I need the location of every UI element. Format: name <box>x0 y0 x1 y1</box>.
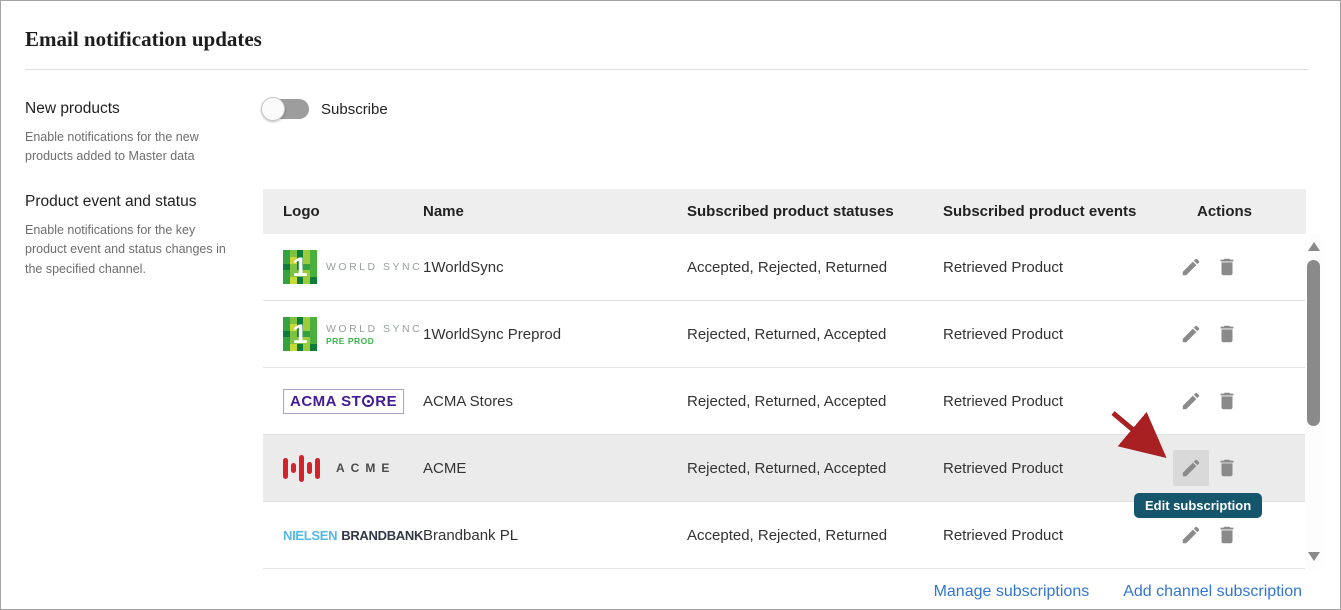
channel-logo-1worldsync-preprod: 1 WORLD SYNCTM PRE PROD <box>283 317 423 351</box>
subscribe-toggle-label: Subscribe <box>321 101 388 118</box>
edit-subscription-tooltip: Edit subscription <box>1134 493 1262 518</box>
table-row: ACMA STRE ACMA Stores Rejected, Returned… <box>263 368 1306 435</box>
trash-icon <box>1216 390 1238 412</box>
channel-events: Retrieved Product <box>943 393 1197 410</box>
delete-button[interactable] <box>1209 316 1245 352</box>
toggle-knob <box>261 97 285 121</box>
product-event-heading: Product event and status <box>25 193 230 211</box>
edit-button-hovered[interactable] <box>1173 450 1209 486</box>
acme-bars-icon <box>283 455 320 482</box>
product-event-description: Enable notifications for the key product… <box>25 221 230 279</box>
footer-links: Manage subscriptions Add channel subscri… <box>934 583 1302 601</box>
nielsen-brandbank-logo-icon: NIELSEN BRANDBANK <box>283 528 423 543</box>
edit-button[interactable] <box>1173 249 1209 285</box>
channel-logo-acma-store: ACMA STRE <box>283 389 423 414</box>
table-header-row: Logo Name Subscribed product statuses Su… <box>263 189 1306 234</box>
channel-name: 1WorldSync <box>423 259 687 276</box>
row-actions <box>1173 316 1306 352</box>
new-products-section: New products Enable notifications for th… <box>25 100 230 167</box>
header-events: Subscribed product events <box>943 203 1197 220</box>
page-title: Email notification updates <box>25 27 262 52</box>
manage-subscriptions-link[interactable]: Manage subscriptions <box>934 583 1090 601</box>
table-row-acme-highlighted: ACME ACME Rejected, Returned, Accepted R… <box>263 435 1306 502</box>
table-row: 1 WORLD SYNCTM PRE PROD 1WorldSync Prepr… <box>263 301 1306 368</box>
subscribe-toggle[interactable] <box>263 99 309 119</box>
channel-statuses: Rejected, Returned, Accepted <box>687 393 943 410</box>
subscribe-toggle-row: Subscribe <box>263 99 388 119</box>
pencil-icon <box>1180 323 1202 345</box>
new-products-description: Enable notifications for the new product… <box>25 128 230 167</box>
row-actions <box>1173 450 1306 486</box>
new-products-heading: New products <box>25 100 230 118</box>
channel-statuses: Rejected, Returned, Accepted <box>687 326 943 343</box>
header-statuses: Subscribed product statuses <box>687 203 943 220</box>
channel-statuses: Accepted, Rejected, Returned <box>687 259 943 276</box>
scroll-up-icon[interactable] <box>1308 242 1320 251</box>
channel-events: Retrieved Product <box>943 527 1197 544</box>
row-actions <box>1173 517 1306 553</box>
delete-button[interactable] <box>1209 383 1245 419</box>
product-event-section: Product event and status Enable notifica… <box>25 193 230 279</box>
scroll-down-icon[interactable] <box>1308 552 1320 561</box>
trash-icon <box>1216 524 1238 546</box>
add-channel-subscription-link[interactable]: Add channel subscription <box>1123 583 1302 601</box>
edit-button[interactable] <box>1173 316 1209 352</box>
scrollbar-thumb[interactable] <box>1307 260 1320 426</box>
channel-name: 1WorldSync Preprod <box>423 326 687 343</box>
channel-name: ACMA Stores <box>423 393 687 410</box>
channel-logo-1worldsync: 1 WORLD SYNCTM <box>283 250 423 284</box>
worldsync-mosaic-icon: 1 <box>283 317 317 351</box>
row-actions <box>1173 383 1306 419</box>
title-divider <box>25 69 1308 70</box>
acma-store-logo-icon: ACMA STRE <box>283 389 404 414</box>
pencil-icon <box>1180 390 1202 412</box>
pencil-icon <box>1180 524 1202 546</box>
delete-button[interactable] <box>1209 517 1245 553</box>
header-logo: Logo <box>283 203 423 220</box>
pencil-icon <box>1180 457 1202 479</box>
worldsync-mosaic-icon: 1 <box>283 250 317 284</box>
channel-statuses: Rejected, Returned, Accepted <box>687 460 943 477</box>
delete-button[interactable] <box>1209 249 1245 285</box>
channel-name: ACME <box>423 460 687 477</box>
delete-button[interactable] <box>1209 450 1245 486</box>
channel-events: Retrieved Product <box>943 259 1197 276</box>
email-notification-settings-page: Email notification updates New products … <box>0 0 1341 610</box>
channel-events: Retrieved Product <box>943 460 1197 477</box>
header-actions: Actions <box>1197 203 1306 220</box>
trash-icon <box>1216 256 1238 278</box>
channel-events: Retrieved Product <box>943 326 1197 343</box>
channel-statuses: Accepted, Rejected, Returned <box>687 527 943 544</box>
settings-descriptions-panel: New products Enable notifications for th… <box>25 100 230 279</box>
channel-logo-acme: ACME <box>283 455 423 482</box>
channel-logo-brandbank: NIELSEN BRANDBANK <box>283 528 423 543</box>
channel-name: Brandbank PL <box>423 527 687 544</box>
edit-button[interactable] <box>1173 517 1209 553</box>
pencil-icon <box>1180 256 1202 278</box>
header-name: Name <box>423 203 687 220</box>
table-row: 1 WORLD SYNCTM 1WorldSync Accepted, Reje… <box>263 234 1306 301</box>
table-scrollbar[interactable] <box>1305 234 1323 569</box>
trash-icon <box>1216 323 1238 345</box>
edit-button[interactable] <box>1173 383 1209 419</box>
row-actions <box>1173 249 1306 285</box>
trash-icon <box>1216 457 1238 479</box>
